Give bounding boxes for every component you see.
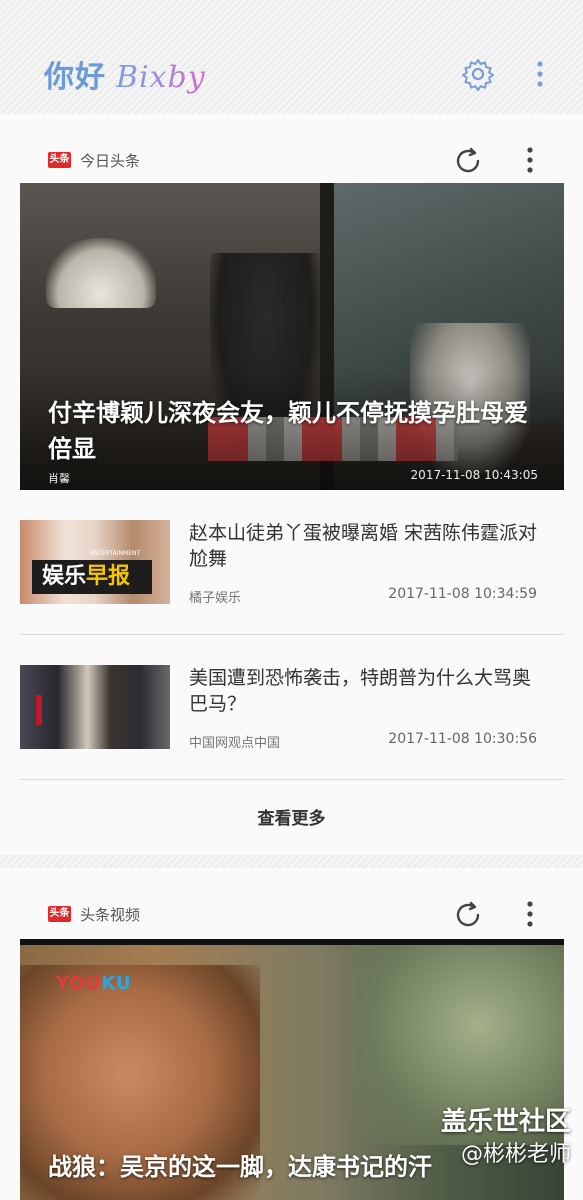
item-title: 赵本山徒弟丫蛋被曝离婚 宋茜陈伟霆派对尬舞 — [189, 522, 538, 570]
view-more-button[interactable]: 查看更多 — [0, 804, 583, 829]
hero-source: 肖馨 — [48, 472, 70, 485]
toutiao-logo: 头条 — [48, 152, 71, 168]
card-header: 头条 头条视频 — [0, 868, 583, 936]
divider — [20, 634, 564, 635]
gear-icon[interactable] — [460, 56, 496, 92]
item-source: 中国网观点中国 — [189, 736, 281, 751]
card-menu-icon[interactable] — [514, 145, 546, 177]
card-header: 头条 今日头条 — [0, 114, 583, 182]
card-menu-icon[interactable] — [514, 899, 546, 931]
card-source-name: 头条视频 — [80, 906, 141, 924]
news-card: 头条 今日头条 付辛博颖儿深夜会友，颖儿不停抚摸孕肚母爱倍显 肖馨 2017-1… — [0, 114, 583, 855]
bixby-logo: Bixby — [116, 60, 206, 95]
hero-title: 付辛博颖儿深夜会友，颖儿不停抚摸孕肚母爱倍显 — [48, 399, 528, 463]
watermark: 盖乐世社区 @彬彬老师 — [440, 1107, 571, 1167]
card-source-name: 今日头条 — [80, 152, 141, 170]
hero-time: 2017-11-08 10:43:05 — [410, 468, 538, 482]
top-bar: 你好 Bixby — [0, 0, 583, 114]
item-title: 美国遭到恐怖袭击，特朗普为什么大骂奥巴马？ — [189, 667, 532, 715]
divider — [20, 779, 564, 780]
list-item[interactable]: ENTERTAINMENT 娱乐早报 赵本山徒弟丫蛋被曝离婚 宋茜陈伟霆派对尬舞… — [0, 500, 583, 645]
greeting-title: 你好 Bixby — [44, 52, 206, 96]
list-item[interactable]: 美国遭到恐怖袭击，特朗普为什么大骂奥巴马？ 中国网观点中国 2017-11-08… — [0, 645, 583, 790]
item-time: 2017-11-08 10:30:56 — [388, 731, 537, 747]
news-thumbnail: ENTERTAINMENT 娱乐早报 — [20, 520, 170, 604]
toutiao-logo: 头条 — [48, 906, 71, 922]
more-vertical-icon[interactable] — [522, 56, 558, 92]
refresh-icon[interactable] — [452, 899, 484, 931]
item-time: 2017-11-08 10:34:59 — [388, 586, 537, 602]
greeting-text: 你好 — [44, 60, 106, 95]
news-thumbnail — [20, 665, 170, 749]
hero-news[interactable]: 付辛博颖儿深夜会友，颖儿不停抚摸孕肚母爱倍显 肖馨 2017-11-08 10:… — [20, 183, 564, 490]
item-source: 橘子娱乐 — [189, 591, 242, 606]
hero-photo — [46, 238, 156, 308]
refresh-icon[interactable] — [452, 145, 484, 177]
youku-logo: YOUKU — [56, 973, 132, 994]
